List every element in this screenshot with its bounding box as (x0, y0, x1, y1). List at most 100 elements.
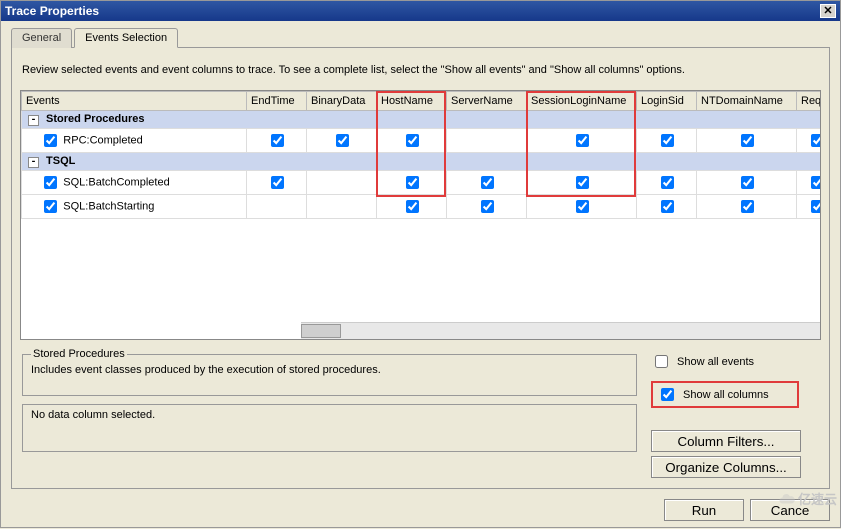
column-checkbox[interactable] (661, 176, 674, 189)
event-name-cell: RPC:Completed (22, 129, 247, 153)
event-name: SQL:BatchCompleted (60, 176, 169, 188)
close-icon[interactable]: ✕ (820, 4, 836, 18)
column-checkbox[interactable] (406, 200, 419, 213)
tab-events-selection[interactable]: Events Selection (74, 28, 178, 48)
dialog-footer: Run Cance (1, 493, 840, 529)
event-enable-checkbox[interactable] (44, 200, 57, 213)
event-column-cell[interactable] (247, 195, 307, 219)
event-column-cell[interactable] (247, 171, 307, 195)
event-name-cell: SQL:BatchStarting (22, 195, 247, 219)
col-binarydata[interactable]: BinaryData (307, 92, 377, 111)
group-name: TSQL (43, 155, 75, 167)
horizontal-scrollbar[interactable] (301, 322, 820, 339)
scrollbar-thumb[interactable] (301, 324, 341, 338)
events-grid: Events EndTime BinaryData HostName Serve… (20, 90, 821, 340)
trace-properties-window: Trace Properties ✕ General Events Select… (0, 0, 841, 528)
col-sessionloginname[interactable]: SessionLoginName (527, 92, 637, 111)
col-request[interactable]: Requ (797, 92, 822, 111)
event-column-cell[interactable] (637, 171, 697, 195)
titlebar: Trace Properties ✕ (1, 1, 840, 21)
show-all-events-checkbox[interactable] (655, 355, 668, 368)
event-column-cell[interactable] (377, 129, 447, 153)
event-row: SQL:BatchCompleted (22, 171, 822, 195)
event-column-cell[interactable] (307, 195, 377, 219)
event-name-cell: SQL:BatchCompleted (22, 171, 247, 195)
run-button[interactable]: Run (664, 499, 744, 521)
event-column-cell[interactable] (797, 195, 822, 219)
col-events[interactable]: Events (22, 92, 247, 111)
window-title: Trace Properties (5, 4, 99, 18)
cancel-button[interactable]: Cance (750, 499, 830, 521)
column-checkbox[interactable] (576, 176, 589, 189)
tab-bar: General Events Selection (11, 28, 830, 48)
column-checkbox[interactable] (406, 134, 419, 147)
group-row: - Stored Procedures (22, 111, 822, 129)
group-info-fieldset: Stored Procedures Includes event classes… (22, 348, 637, 396)
event-column-cell[interactable] (797, 171, 822, 195)
event-column-cell[interactable] (377, 171, 447, 195)
event-column-cell[interactable] (307, 171, 377, 195)
event-column-cell[interactable] (447, 195, 527, 219)
column-info-fieldset: No data column selected. (22, 404, 637, 452)
events-table: Events EndTime BinaryData HostName Serve… (21, 91, 821, 219)
column-filters-button[interactable]: Column Filters... (651, 430, 801, 452)
group-row: - TSQL (22, 153, 822, 171)
event-column-cell[interactable] (527, 129, 637, 153)
events-panel: Review selected events and event columns… (11, 47, 830, 489)
info-panels: Stored Procedures Includes event classes… (20, 348, 639, 452)
column-checkbox[interactable] (271, 176, 284, 189)
column-checkbox[interactable] (811, 176, 822, 189)
group-cell: - Stored Procedures (22, 111, 822, 129)
show-all-columns-option[interactable]: Show all columns (657, 385, 793, 404)
show-all-events-label: Show all events (677, 356, 754, 368)
col-servername[interactable]: ServerName (447, 92, 527, 111)
event-enable-checkbox[interactable] (44, 176, 57, 189)
event-row: RPC:Completed (22, 129, 822, 153)
column-checkbox[interactable] (576, 200, 589, 213)
column-checkbox[interactable] (336, 134, 349, 147)
event-enable-checkbox[interactable] (44, 134, 57, 147)
tab-general[interactable]: General (11, 28, 72, 48)
column-checkbox[interactable] (811, 200, 822, 213)
col-ntdomainname[interactable]: NTDomainName (697, 92, 797, 111)
event-column-cell[interactable] (527, 171, 637, 195)
col-endtime[interactable]: EndTime (247, 92, 307, 111)
collapse-icon[interactable]: - (28, 115, 39, 126)
column-checkbox[interactable] (661, 200, 674, 213)
column-checkbox[interactable] (576, 134, 589, 147)
event-column-cell[interactable] (377, 195, 447, 219)
column-checkbox[interactable] (661, 134, 674, 147)
group-info-desc: Includes event classes produced by the e… (31, 364, 628, 376)
event-column-cell[interactable] (247, 129, 307, 153)
event-column-cell[interactable] (797, 129, 822, 153)
event-column-cell[interactable] (637, 129, 697, 153)
right-controls: Show all events Show all columns Column … (651, 348, 821, 478)
organize-columns-button[interactable]: Organize Columns... (651, 456, 801, 478)
column-checkbox[interactable] (741, 134, 754, 147)
event-column-cell[interactable] (697, 171, 797, 195)
show-all-events-option[interactable]: Show all events (651, 352, 821, 371)
column-checkbox[interactable] (481, 176, 494, 189)
column-checkbox[interactable] (811, 134, 822, 147)
event-column-cell[interactable] (527, 195, 637, 219)
col-loginsid[interactable]: LoginSid (637, 92, 697, 111)
column-checkbox[interactable] (271, 134, 284, 147)
column-checkbox[interactable] (481, 200, 494, 213)
group-info-legend: Stored Procedures (31, 348, 127, 360)
group-name: Stored Procedures (43, 113, 144, 125)
group-cell: - TSQL (22, 153, 822, 171)
event-column-cell[interactable] (697, 129, 797, 153)
col-hostname[interactable]: HostName (377, 92, 447, 111)
show-all-columns-checkbox[interactable] (661, 388, 674, 401)
table-header-row: Events EndTime BinaryData HostName Serve… (22, 92, 822, 111)
column-checkbox[interactable] (406, 176, 419, 189)
event-column-cell[interactable] (697, 195, 797, 219)
collapse-icon[interactable]: - (28, 157, 39, 168)
event-column-cell[interactable] (447, 171, 527, 195)
event-column-cell[interactable] (307, 129, 377, 153)
column-checkbox[interactable] (741, 176, 754, 189)
column-checkbox[interactable] (741, 200, 754, 213)
event-column-cell[interactable] (637, 195, 697, 219)
event-row: SQL:BatchStarting (22, 195, 822, 219)
event-column-cell[interactable] (447, 129, 527, 153)
